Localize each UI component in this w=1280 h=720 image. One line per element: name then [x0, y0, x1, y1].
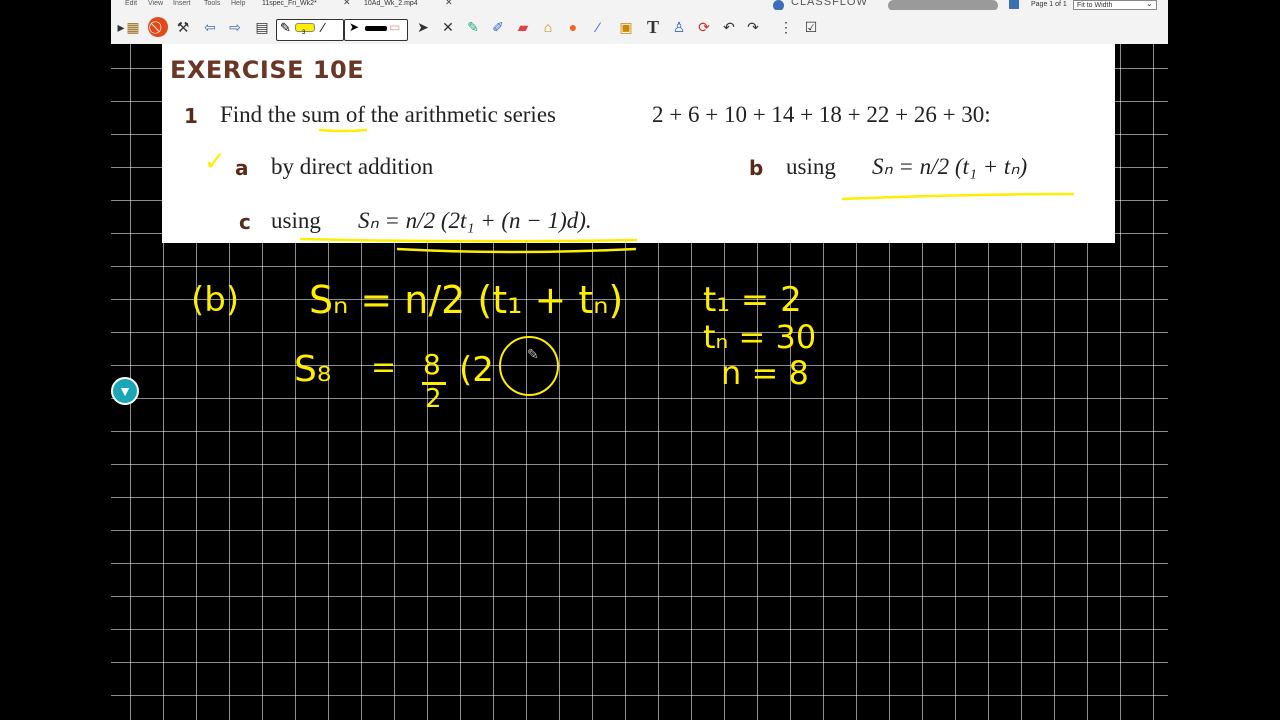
connector-icon[interactable]: ⁄: [588, 17, 608, 37]
pen-width: 3: [302, 30, 306, 36]
hw-formula: Sₙ = n/2 (t₁ + tₙ): [309, 278, 624, 322]
flipchart-app: Edit View Insert Tools Help 11spec_Fri_W…: [111, 0, 1168, 720]
chevron-down-icon[interactable]: ⌄: [1146, 0, 1153, 8]
toolbar: ▸ ▦ ⃠ ⚒ ⇦ ⇨ ▤ ✎ 3 ⁄ ➤ ▭ ➤ ✕ ✎ ✐ ▰ ⌂ ● ⁄ …: [111, 10, 1168, 45]
hw-frac-den: 2: [425, 384, 442, 414]
pen-cursor-icon: ✎: [527, 346, 539, 362]
tab-flipchart[interactable]: 11spec_Fri_Wk2*: [262, 0, 317, 8]
browser-icon[interactable]: ▦: [123, 17, 143, 37]
tab-video[interactable]: 10Ad_Wk_2.mp4: [364, 0, 418, 8]
cursor-icon: ➤: [349, 20, 360, 34]
dashboard-toggle-icon[interactable]: ▼: [111, 377, 139, 405]
annotation-underline: [396, 247, 637, 254]
more-icon[interactable]: ⋮: [776, 17, 796, 37]
clipart-icon[interactable]: ▣: [616, 17, 636, 37]
hw-s8: S₈: [294, 349, 332, 390]
fill-icon[interactable]: ⌂: [538, 17, 558, 37]
hw-work-rest: (2: [459, 350, 494, 390]
select-box[interactable]: ➤ ▭: [344, 19, 408, 41]
pointer-icon[interactable]: ➤: [413, 17, 433, 37]
highlighter-icon[interactable]: ✐: [488, 17, 508, 37]
hw-given-n: n = 8: [721, 354, 809, 392]
spray-icon[interactable]: ♙: [669, 17, 689, 37]
undo-icon[interactable]: ↶: [719, 17, 739, 37]
pen-icon[interactable]: ✎: [463, 17, 483, 37]
page-icon: [1009, 0, 1019, 9]
notes-icon[interactable]: ▤: [252, 17, 272, 37]
reset-icon[interactable]: ⟳: [694, 17, 714, 37]
record-icon[interactable]: ☑: [801, 17, 821, 37]
menu-insert[interactable]: Insert: [173, 0, 191, 8]
hw-given-t1: t₁ = 2: [703, 280, 802, 320]
pencil-icon: ⁄: [322, 20, 325, 35]
menu-edit[interactable]: Edit: [125, 0, 137, 8]
zoom-select[interactable]: Fit to Width: [1073, 0, 1157, 10]
hw-equals: =: [371, 350, 397, 385]
tab-close-icon[interactable]: ✕: [343, 0, 351, 7]
eraser-icon[interactable]: ▰: [513, 17, 533, 37]
pen-icon: ✎: [280, 20, 291, 35]
flipchart-canvas[interactable]: EXERCISE 10E 1 Find the sum of the arith…: [111, 44, 1168, 720]
redo-icon[interactable]: ↷: [743, 17, 763, 37]
no-entry-icon[interactable]: ⃠: [148, 17, 168, 37]
back-icon[interactable]: ⇦: [200, 17, 220, 37]
grid-icon[interactable]: ⚒: [173, 17, 193, 37]
eraser-icon: ▭: [389, 20, 401, 34]
line-width-swatch: [365, 26, 387, 31]
pen-selector[interactable]: ✎ 3 ⁄: [276, 19, 344, 41]
tab-close-icon[interactable]: ✕: [445, 0, 453, 7]
hw-frac-num: 8: [423, 348, 441, 381]
annotation-underlines: [299, 128, 1075, 243]
page-info: Page 1 of 1: [1031, 1, 1067, 8]
forward-icon[interactable]: ⇨: [225, 17, 245, 37]
tools-icon[interactable]: ✕: [438, 17, 458, 37]
text-icon[interactable]: T: [643, 17, 663, 37]
hw-part-label: (b): [191, 280, 240, 320]
shapes-icon[interactable]: ●: [563, 17, 583, 37]
pen-cursor-circle: [499, 336, 559, 396]
menu-view[interactable]: View: [148, 0, 163, 8]
exercise-image: EXERCISE 10E 1 Find the sum of the arith…: [162, 44, 1115, 243]
menu-tools[interactable]: Tools: [204, 0, 220, 8]
menu-help[interactable]: Help: [231, 0, 245, 8]
menu-bar: Edit View Insert Tools Help 11spec_Fri_W…: [111, 0, 1168, 11]
hw-given-tn: tₙ = 30: [703, 318, 817, 356]
